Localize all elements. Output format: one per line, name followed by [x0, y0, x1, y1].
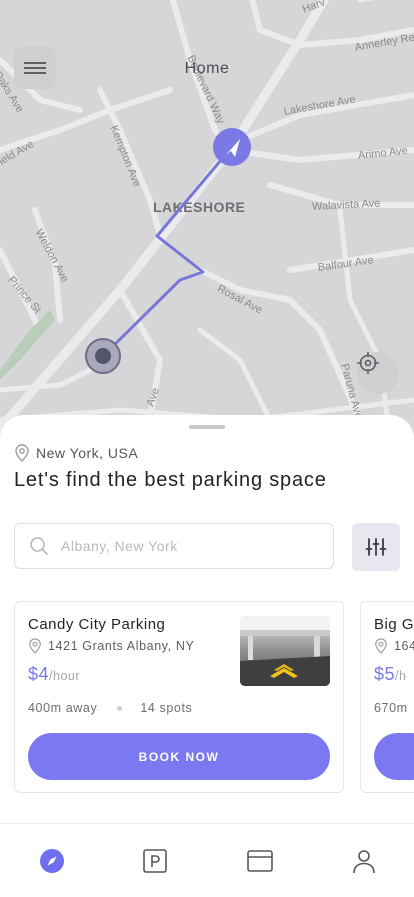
- book-now-button[interactable]: [374, 733, 414, 780]
- search-input[interactable]: [59, 537, 313, 555]
- bottom-sheet: New York, USA Let's find the best parkin…: [0, 415, 414, 825]
- price-value: $5: [374, 664, 396, 684]
- map-view[interactable]: Harv Annerley Re Lakeshore Ave Arimo Ave…: [0, 0, 414, 440]
- spots-text: 14 spots: [140, 701, 193, 715]
- search-icon: [30, 537, 48, 555]
- address-text: 1421 Grants Albany, NY: [48, 639, 195, 653]
- parking-address: 1421 Grants Albany, NY: [28, 638, 194, 654]
- address-text: 164: [394, 639, 414, 653]
- distance-text: 670m: [374, 701, 408, 715]
- distance-text: 400m away: [28, 701, 98, 715]
- page-title: Home: [184, 60, 230, 77]
- compass-icon: [40, 849, 64, 873]
- sheet-drag-handle[interactable]: [189, 425, 225, 429]
- parking-card[interactable]: Candy City Parking 1421 Grants Albany, N…: [14, 601, 344, 793]
- parking-price: $4/hour: [28, 664, 80, 685]
- location-label: New York, USA: [36, 445, 139, 461]
- search-box[interactable]: [14, 523, 334, 569]
- book-now-button[interactable]: BOOK NOW: [28, 733, 330, 780]
- price-unit: /hour: [49, 669, 81, 683]
- tab-profile[interactable]: [349, 846, 379, 876]
- parking-meta: 400m away 14 spots: [28, 701, 192, 715]
- filter-button[interactable]: [352, 523, 400, 571]
- crosshair-icon: [357, 352, 379, 374]
- parking-name: Big G: [374, 616, 414, 633]
- parking-list[interactable]: Candy City Parking 1421 Grants Albany, N…: [0, 601, 414, 795]
- user-icon: [353, 850, 375, 874]
- location-pin-icon: [375, 638, 387, 654]
- tab-parking[interactable]: [140, 846, 170, 876]
- tab-explore[interactable]: [37, 846, 67, 876]
- bottom-tab-bar: [0, 823, 414, 897]
- destination-marker: [213, 128, 251, 166]
- card-icon: [247, 850, 273, 872]
- tab-payment[interactable]: [245, 846, 275, 876]
- parking-photo: [240, 616, 330, 686]
- parking-meta: 670m: [374, 701, 408, 715]
- parking-price: $5/h: [374, 664, 406, 685]
- parking-name: Candy City Parking: [28, 616, 166, 633]
- price-unit: /h: [395, 669, 407, 683]
- parking-card[interactable]: Big G 164 $5/h 670m: [360, 601, 414, 793]
- parking-address: 164: [374, 638, 414, 654]
- price-value: $4: [28, 664, 50, 684]
- parking-icon: [143, 849, 167, 873]
- sliders-icon: [365, 538, 387, 556]
- locate-me-button[interactable]: [357, 352, 399, 394]
- current-location[interactable]: New York, USA: [14, 444, 138, 462]
- location-pin-icon: [15, 444, 29, 462]
- separator-dot: [117, 705, 123, 711]
- headline: Let's find the best parking space: [14, 469, 327, 491]
- location-pin-icon: [29, 638, 41, 654]
